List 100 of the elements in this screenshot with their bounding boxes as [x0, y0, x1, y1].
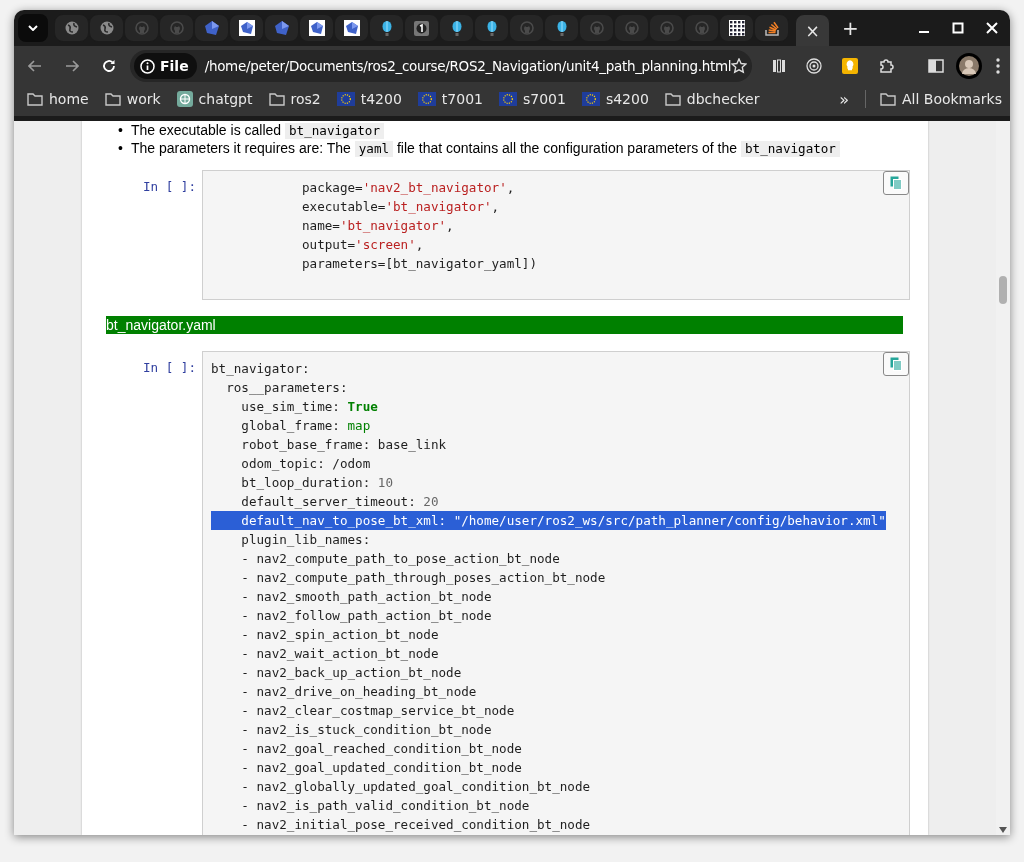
code-line: executable='bt_navigator',: [301, 198, 500, 216]
browser-tab[interactable]: [474, 14, 509, 42]
puzzle-piece-icon[interactable]: [878, 58, 894, 74]
star-ring-flag-icon: [581, 92, 600, 106]
cube-icon: [273, 20, 290, 36]
cell-prompt: In [ ]:: [141, 178, 197, 196]
cat-silhouette-icon: [694, 21, 709, 35]
bookmark[interactable]: chatgpt: [176, 91, 253, 107]
close-tab-button[interactable]: ×: [795, 14, 830, 48]
code-line: - nav2_spin_action_bt_node: [240, 626, 439, 644]
code-line: bt_navigator:: [211, 360, 310, 378]
bookmark[interactable]: ros2: [268, 91, 321, 107]
side-panel-icon[interactable]: [928, 59, 944, 73]
browser-tab[interactable]: [544, 14, 579, 42]
copy-button[interactable]: [883, 352, 909, 376]
site-info-chip[interactable]: File: [134, 53, 197, 79]
star-ring-flag-icon: [336, 92, 355, 106]
code-line: - nav2_globally_updated_goal_condition_bt_node: [240, 778, 591, 796]
globe-icon: [99, 21, 114, 35]
cube-icon: [238, 20, 255, 36]
copy-button[interactable]: [883, 171, 909, 195]
maximize-icon[interactable]: [952, 22, 964, 34]
code-line: - nav2_compute_path_through_poses_action_bt_node: [240, 569, 606, 587]
url-field[interactable]: /home/peter/Documents/ros2_course/ROS2_Navigation/unit4_path_planning.html: [204, 58, 732, 74]
browser-tab[interactable]: [194, 14, 229, 42]
more-bookmarks-button[interactable]: »: [839, 89, 849, 109]
copy-icon: [890, 176, 902, 190]
section-banner: bt_navigator.yaml: [106, 316, 903, 334]
code-line: package='nav2_bt_navigator',: [301, 179, 515, 197]
reload-icon[interactable]: [102, 59, 116, 73]
bullet-text: The parameters it requires are: The yaml file that contains all the configuration parameters of the bt_navigator: [130, 139, 840, 157]
browser-tab[interactable]: [229, 14, 264, 42]
folder-icon: [664, 92, 681, 106]
chevron-down-icon: [28, 25, 38, 31]
balloon-icon: [451, 20, 462, 36]
cat-silhouette-icon: [589, 21, 604, 35]
copy-icon: [890, 357, 902, 371]
browser-tab[interactable]: [264, 14, 299, 42]
code-line: default_server_timeout: 20: [240, 493, 439, 511]
bookmark[interactable]: t7001: [417, 91, 483, 107]
star-icon[interactable]: [731, 58, 748, 74]
browser-tab[interactable]: [439, 14, 474, 42]
cat-silhouette-icon: [624, 21, 639, 35]
close-icon[interactable]: [986, 22, 998, 34]
bookmark[interactable]: home: [27, 91, 89, 107]
code-line: use_sim_time: True: [240, 398, 378, 416]
browser-tab[interactable]: [754, 14, 789, 42]
new-tab-button[interactable]: +: [838, 16, 863, 40]
cat-silhouette-icon: [169, 21, 184, 35]
person-silhouette-icon: [959, 56, 979, 76]
target-icon[interactable]: [806, 58, 822, 74]
code-line: odom_topic: /odom: [240, 455, 371, 473]
bookmark[interactable]: work: [104, 91, 161, 107]
cube-icon: [343, 20, 360, 36]
globe-icon: [64, 21, 79, 35]
code-line: - nav2_is_path_valid_condition_bt_node: [240, 797, 530, 815]
balloon-icon: [556, 20, 567, 36]
cell-prompt: In [ ]:: [141, 359, 197, 377]
browser-tab[interactable]: [299, 14, 334, 42]
bullet-marker: •: [118, 121, 123, 139]
browser-tab[interactable]: [334, 14, 369, 42]
cat-silhouette-icon: [134, 21, 149, 35]
code-line: plugin_lib_names:: [240, 531, 371, 549]
folder-icon: [104, 92, 121, 106]
tab-search-button[interactable]: [18, 14, 48, 42]
star-ring-flag-icon: [498, 92, 517, 106]
bookmark[interactable]: s4200: [581, 91, 649, 107]
code-line: - nav2_wait_action_bt_node: [240, 645, 439, 663]
profile-avatar[interactable]: [956, 53, 982, 79]
code-line: - nav2_smooth_path_action_bt_node: [240, 588, 492, 606]
cube-icon: [203, 20, 220, 36]
scrollbar-thumb[interactable]: [999, 276, 1007, 304]
stack-tray-icon: [764, 20, 779, 36]
cube-icon: [308, 20, 325, 36]
code-line: parameters=[bt_navigator_yaml]): [301, 255, 538, 273]
code-line: - nav2_compute_path_to_pose_action_bt_node: [240, 550, 560, 568]
cat-silhouette-icon: [519, 21, 534, 35]
code-line: name='bt_navigator',: [301, 217, 454, 235]
number-badge-icon: [414, 20, 429, 36]
folder-icon: [268, 92, 285, 106]
forward-arrow-icon[interactable]: [65, 60, 79, 72]
all-bookmarks-button[interactable]: All Bookmarks: [879, 91, 1002, 107]
code-line: output='screen',: [301, 236, 424, 254]
bullet-text: The executable is called bt_navigator: [130, 121, 384, 139]
browser-tab[interactable]: [719, 14, 754, 42]
balloon-icon: [381, 20, 392, 36]
menu-icon[interactable]: [996, 58, 1000, 74]
knot-logo-icon: [176, 91, 193, 107]
back-arrow-icon[interactable]: [28, 60, 42, 72]
star-ring-flag-icon: [417, 92, 436, 106]
code-cell[interactable]: [202, 351, 910, 835]
code-cell[interactable]: package='nav2_bt_navigator', executable='bt_navigator', name='bt_navigator', output='screen', parameters=[bt_navigator_yaml]): [202, 170, 910, 300]
bookmark[interactable]: s7001: [498, 91, 566, 107]
code-line: - nav2_goal_updated_condition_bt_node: [240, 759, 522, 777]
columns-icon[interactable]: [772, 59, 786, 73]
bookmark[interactable]: dbchecker: [664, 91, 760, 107]
scroll-down-arrow-icon[interactable]: [999, 827, 1007, 833]
bullet-marker: •: [118, 139, 123, 157]
browser-tab[interactable]: [369, 14, 404, 42]
bookmark[interactable]: t4200: [336, 91, 402, 107]
